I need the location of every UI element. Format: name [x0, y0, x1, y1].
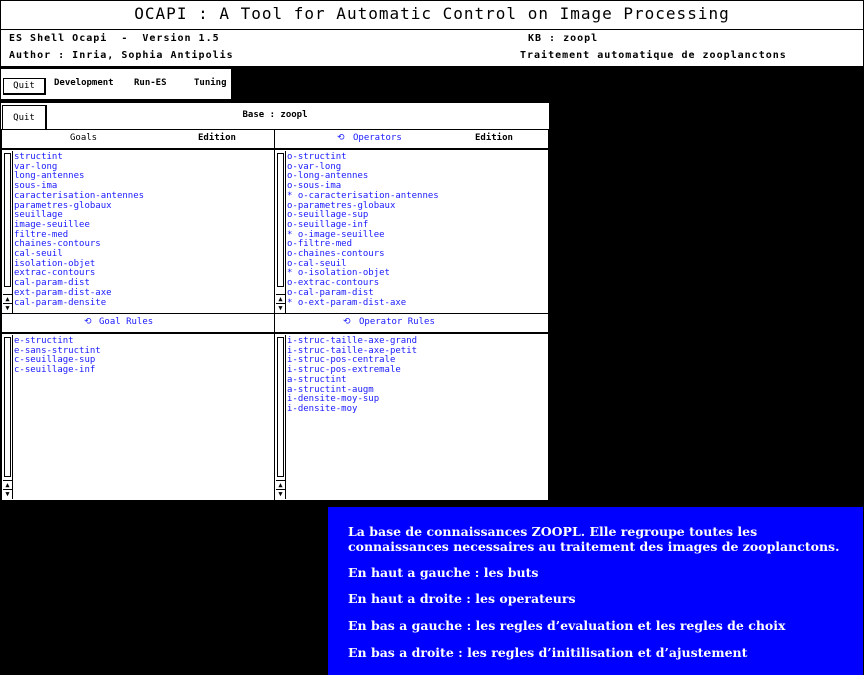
operator-rules-list: i-struc-taille-axe-grand i-struc-taille-a… — [287, 336, 417, 415]
cycle-icon[interactable]: ⟲ — [84, 314, 92, 331]
goal-rules-scrollbar[interactable]: ▲ ▼ — [3, 335, 13, 499]
kb-name: KB : zoopl — [528, 33, 599, 44]
menu-tuning[interactable]: Tuning — [194, 78, 227, 88]
base-title: Base : zoopl — [242, 110, 308, 120]
operators-list-panel: ▲ ▼ o-structint o-var-long o-long-antennes… — [274, 149, 549, 315]
scroll-down-icon[interactable]: ▼ — [276, 303, 285, 313]
list-item[interactable]: c-seuillage-inf — [14, 365, 101, 376]
goals-header: Goals Edition — [1, 129, 275, 149]
list-item[interactable]: i-densite-moy — [287, 404, 417, 415]
operators-title: Operators — [353, 133, 402, 143]
scroll-down-icon[interactable]: ▼ — [3, 303, 12, 313]
scrollbar-thumb[interactable] — [4, 153, 11, 287]
caption-bottom-right: En bas a droite : les regles d’initilisa… — [348, 645, 748, 660]
cycle-icon[interactable]: ⟲ — [337, 130, 345, 147]
operators-scrollbar[interactable]: ▲ ▼ — [276, 151, 286, 313]
scrollbar-thumb[interactable] — [4, 337, 11, 477]
scroll-down-icon[interactable]: ▼ — [276, 489, 285, 499]
caption-top-right: En haut a droite : les operateurs — [348, 591, 576, 606]
scrollbar-thumb[interactable] — [277, 153, 284, 287]
goal-rules-title: Goal Rules — [99, 317, 154, 327]
goals-scrollbar[interactable]: ▲ ▼ — [3, 151, 13, 313]
goals-edition-button[interactable]: Edition — [198, 130, 236, 147]
goal-rules-list: e-structint e-sans-structint c-seuillage-s… — [14, 336, 101, 376]
base-window: Quit Base : zoopl Goals Edition ⟲ Operat… — [0, 102, 550, 502]
caption-box: La base de connaissances ZOOPL. Elle reg… — [328, 507, 863, 675]
goal-rules-list-panel: ▲ ▼ e-structint e-sans-structint c-seuilla… — [1, 333, 275, 501]
caption-bottom-left: En bas a gauche : les regles d’evaluatio… — [348, 618, 786, 633]
goal-rules-header: ⟲ Goal Rules — [1, 313, 275, 333]
operator-rules-list-panel: ▲ ▼ i-struc-taille-axe-grand i-struc-tail… — [274, 333, 549, 501]
goals-list-panel: ▲ ▼ structint var-long long-antennes sous-i… — [1, 149, 275, 315]
operator-rules-header: ⟲ Operator Rules — [274, 313, 549, 333]
info-bar: ES Shell Ocapi - Version 1.5 KB : zoopl … — [0, 29, 864, 67]
operator-rules-title: Operator Rules — [359, 317, 435, 327]
app-title: OCAPI : A Tool for Automatic Control on … — [0, 0, 864, 30]
menu-development[interactable]: Development — [54, 78, 114, 88]
shell-version: ES Shell Ocapi - Version 1.5 — [9, 33, 220, 44]
list-item[interactable]: cal-param-densite — [14, 298, 144, 309]
operator-rules-scrollbar[interactable]: ▲ ▼ — [276, 335, 286, 499]
goals-title: Goals — [70, 133, 98, 143]
operators-header: ⟲ Operators Edition — [274, 129, 549, 149]
menu-bar: Quit Development Run-ES Tuning — [0, 68, 232, 100]
scroll-down-icon[interactable]: ▼ — [3, 489, 12, 499]
kb-description: Traitement automatique de zooplanctons — [520, 50, 787, 61]
scrollbar-thumb[interactable] — [277, 337, 284, 477]
quit-button[interactable]: Quit — [3, 78, 46, 95]
menu-run-es[interactable]: Run-ES — [134, 78, 167, 88]
caption-top-left: En haut a gauche : les buts — [348, 565, 539, 580]
goals-list: structint var-long long-antennes sous-ima ca… — [14, 152, 144, 309]
operators-list: o-structint o-var-long o-long-antennes o-so… — [287, 152, 439, 309]
caption-intro: La base de connaissances ZOOPL. Elle reg… — [348, 524, 840, 554]
cycle-icon[interactable]: ⟲ — [343, 314, 351, 331]
author: Author : Inria, Sophia Antipolis — [9, 50, 234, 61]
operators-edition-button[interactable]: Edition — [475, 130, 513, 147]
list-item[interactable]: * o-ext-param-dist-axe — [287, 298, 439, 309]
